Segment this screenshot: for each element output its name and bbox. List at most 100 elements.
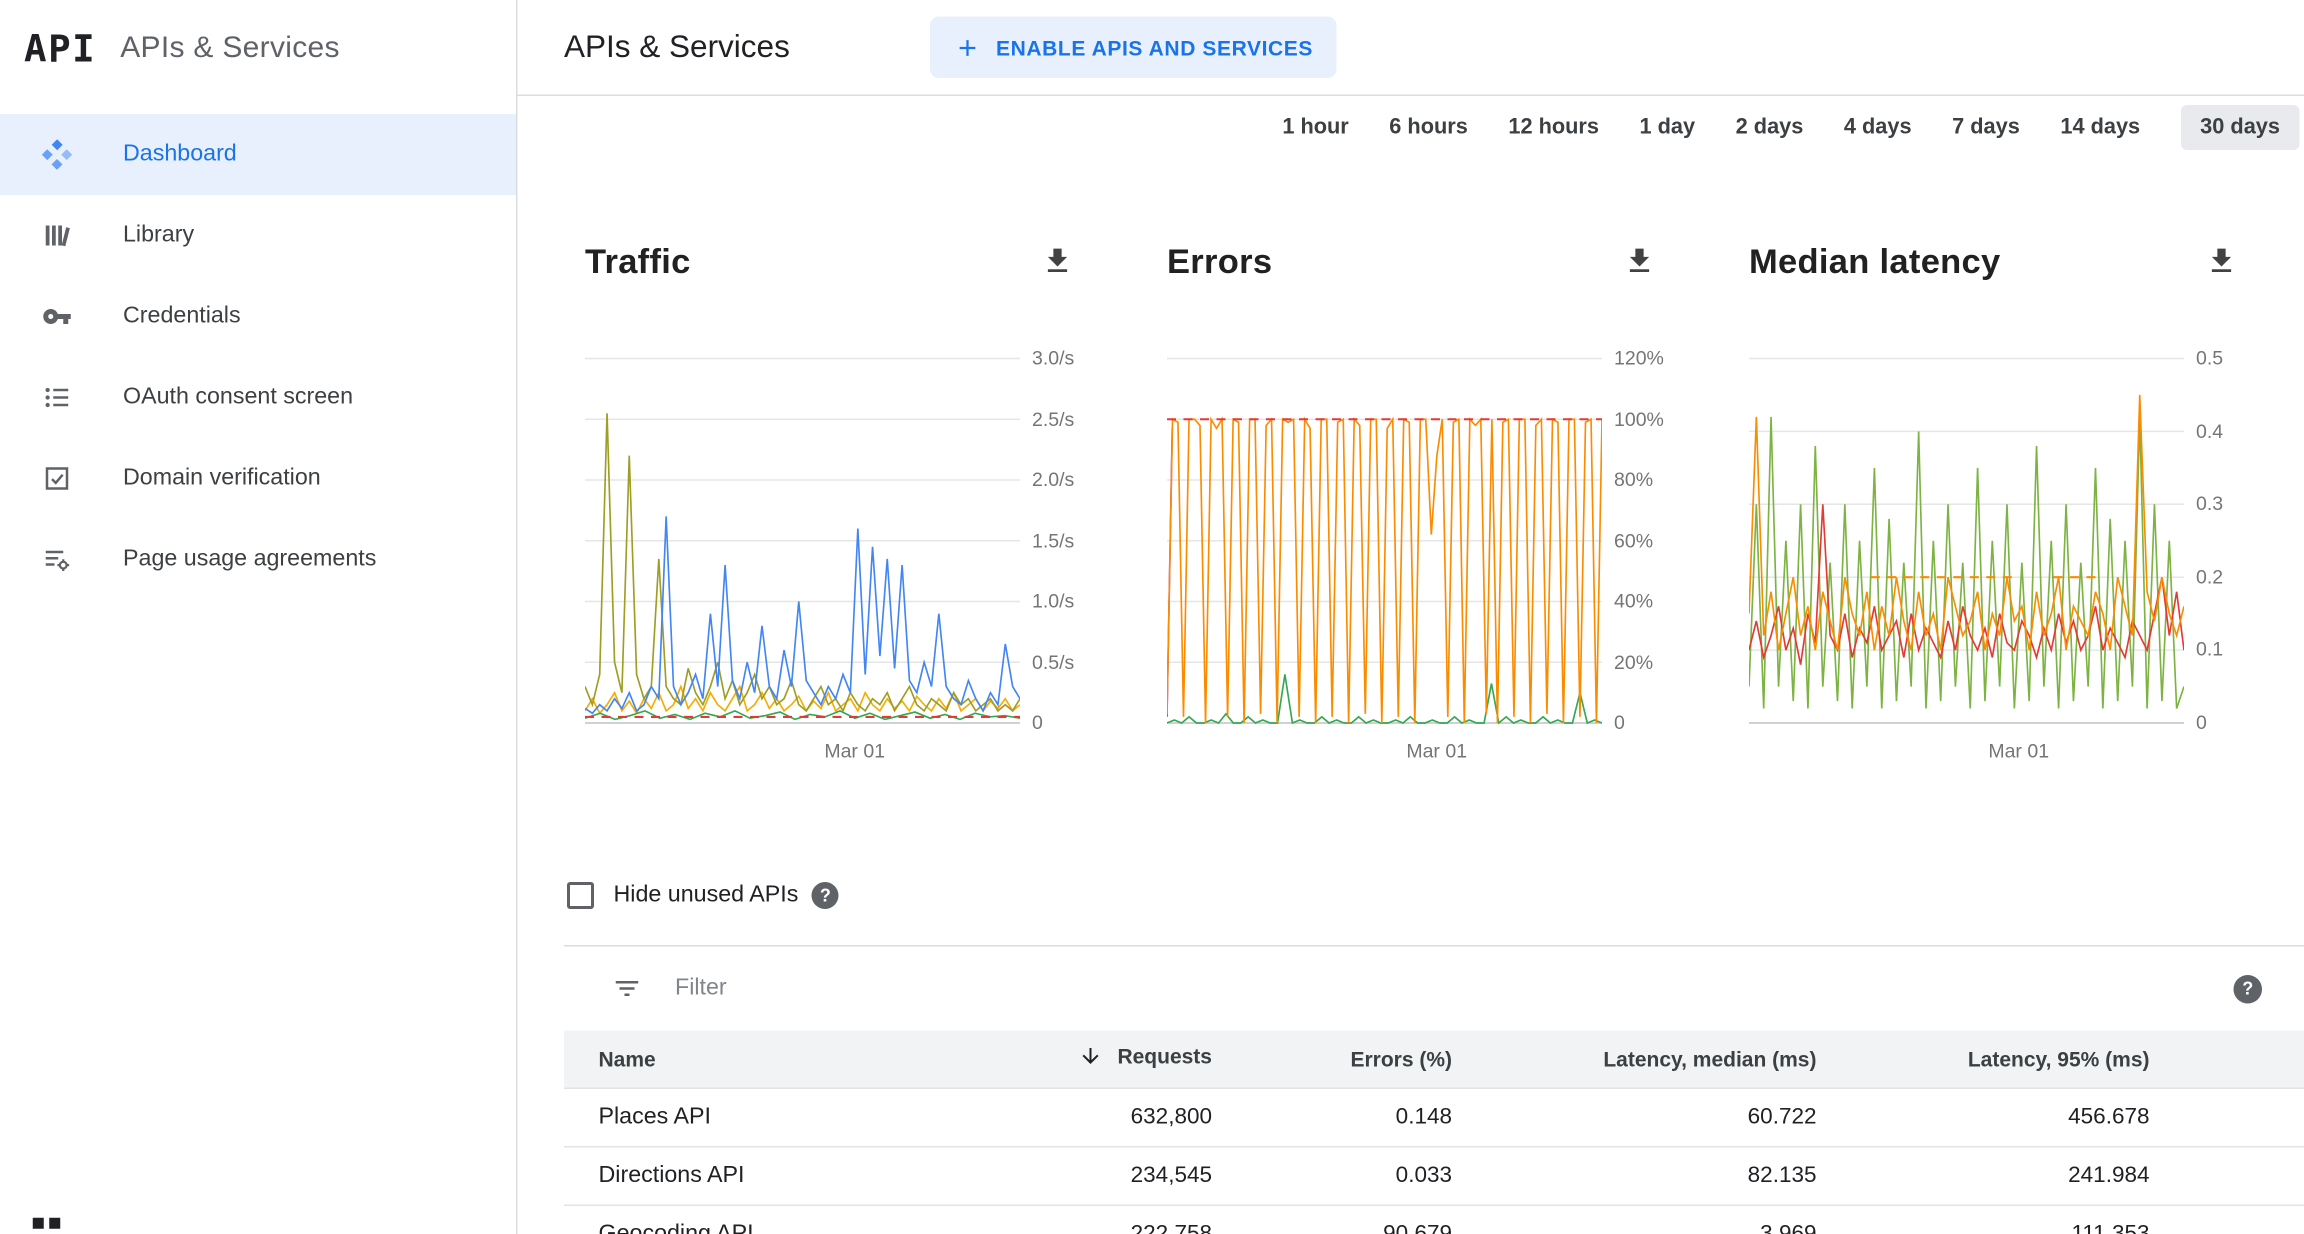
download-icon[interactable]	[2205, 245, 2238, 278]
series-green	[1166, 674, 1603, 725]
table-help-icon[interactable]: ?	[2233, 974, 2262, 1003]
sidebar-item-domain-verification[interactable]: Domain verification	[0, 438, 516, 519]
y-axis-label: 0.4	[2196, 419, 2224, 442]
column-header-latency-95[interactable]: Latency, 95% (ms)	[1817, 1031, 2150, 1088]
filter-row: ?	[564, 947, 2304, 1031]
y-axis-label: 0.5	[2196, 346, 2224, 370]
sidebar-item-library[interactable]: Library	[0, 195, 516, 276]
y-axis-label: 120%	[1614, 346, 1664, 370]
sidebar-title: APIs & Services	[120, 30, 340, 64]
time-range-bar: 1 hour 6 hours 12 hours 1 day 2 days 4 d…	[518, 102, 2304, 153]
sidebar-item-label: Dashboard	[123, 141, 237, 167]
latency-95-value: 111.353	[1816, 1203, 2150, 1234]
time-range-6-hours[interactable]: 6 hours	[1389, 116, 1468, 140]
help-icon[interactable]: ?	[811, 882, 839, 909]
errors-value: 0.148	[1212, 1086, 1452, 1146]
column-header-errors[interactable]: Errors (%)	[1212, 1031, 1452, 1088]
requests-value: 234,545	[1014, 1145, 1212, 1205]
sidebar-item-page-usage-agreements[interactable]: Page usage agreements	[0, 519, 516, 600]
api-name-link[interactable]: Geocoding API	[564, 1203, 1014, 1234]
table-header-row: Name Requests Errors (%) Latency, median…	[564, 1030, 2304, 1088]
time-range-2-days[interactable]: 2 days	[1736, 116, 1804, 140]
sidebar-item-dashboard[interactable]: Dashboard	[0, 114, 516, 195]
errors-chart: Errors 120% 100% 80% 60% 40% 20% 0 Mar 01	[1166, 234, 1664, 777]
enable-apis-button[interactable]: ENABLE APIS AND SERVICES	[930, 16, 1338, 78]
median-latency-chart: Median latency 0.5 0.4 0.3 0.2 0.1 0 Mar 01	[1748, 234, 2244, 777]
latency-95-value: 241.984	[1816, 1145, 2150, 1205]
library-icon	[42, 221, 72, 251]
median-latency-y-axis: 0.5 0.4 0.3 0.2 0.1 0	[2196, 347, 2256, 734]
series-orange	[1748, 394, 2185, 651]
time-range-30-days-selected[interactable]: 30 days	[2180, 105, 2300, 150]
traffic-plot	[584, 357, 1021, 726]
y-axis-label: 20%	[1614, 650, 1654, 673]
sidebar-nav: Dashboard Library Credentials OAuth cons…	[0, 114, 516, 600]
y-axis-label: 0.5/s	[1032, 650, 1075, 673]
api-logo: API	[24, 26, 97, 70]
api-name-link[interactable]: Directions API	[564, 1145, 1014, 1205]
y-axis-label: 1.5/s	[1032, 528, 1075, 552]
sidebar-item-credentials[interactable]: Credentials	[0, 276, 516, 357]
series-blue	[584, 516, 1021, 715]
errors-value: 90.679	[1212, 1203, 1452, 1234]
column-header-name[interactable]: Name	[564, 1031, 1014, 1088]
hide-unused-row: Hide unused APIs ?	[518, 882, 2304, 909]
y-axis-label: 0.2	[2196, 565, 2224, 588]
latency-median-value: 60.722	[1452, 1086, 1817, 1146]
median-latency-chart-title: Median latency	[1749, 240, 2001, 280]
sidebar: API APIs & Services Dashboard Library Cr…	[0, 0, 518, 1234]
y-axis-label: 0	[1614, 711, 1625, 734]
median-latency-plot	[1748, 357, 2185, 726]
sidebar-item-label: Library	[123, 222, 195, 248]
series-green	[584, 709, 1021, 721]
series-orange	[1166, 416, 1603, 724]
y-axis-label: 3.0/s	[1032, 346, 1075, 370]
sort-descending-icon	[1078, 1044, 1102, 1073]
time-range-1-hour[interactable]: 1 hour	[1282, 116, 1348, 140]
page-usage-agreements-icon	[42, 545, 72, 575]
page-title: APIs & Services	[564, 29, 790, 64]
filler-cell	[2149, 1203, 2304, 1234]
y-axis-label: 0.3	[2196, 492, 2224, 515]
main-header: APIs & Services ENABLE APIS AND SERVICES	[517, 0, 2304, 96]
errors-value: 0.033	[1212, 1145, 1452, 1205]
column-header-requests[interactable]: Requests	[1014, 1031, 1212, 1088]
api-name-link[interactable]: Places API	[564, 1086, 1014, 1146]
traffic-y-axis: 3.0/s 2.5/s 2.0/s 1.5/s 1.0/s 0.5/s 0	[1032, 347, 1092, 734]
filler-cell	[2149, 1086, 2304, 1146]
filler-cell	[2149, 1145, 2304, 1205]
plus-icon	[954, 34, 981, 61]
table-row: Places API 632,800 0.148 60.722 456.678	[564, 1086, 2304, 1146]
requests-value: 222,758	[1014, 1203, 1212, 1234]
download-icon[interactable]	[1623, 245, 1656, 278]
y-axis-label: 40%	[1614, 589, 1654, 613]
filter-input[interactable]	[675, 975, 2234, 1002]
time-range-7-days[interactable]: 7 days	[1952, 116, 2020, 140]
y-axis-label: 60%	[1614, 528, 1654, 552]
sidebar-footer-icon[interactable]	[30, 1215, 63, 1234]
column-header-filler	[2150, 1031, 2304, 1088]
sidebar-item-label: OAuth consent screen	[123, 384, 354, 410]
y-axis-label: 2.5/s	[1032, 407, 1075, 430]
latency-median-value: 3.969	[1452, 1203, 1817, 1234]
time-range-14-days[interactable]: 14 days	[2060, 116, 2140, 140]
download-icon[interactable]	[1041, 245, 1074, 278]
main-content: APIs & Services ENABLE APIS AND SERVICES…	[517, 0, 2304, 1234]
sidebar-item-label: Credentials	[123, 303, 241, 329]
traffic-chart-title: Traffic	[585, 240, 691, 280]
time-range-1-day[interactable]: 1 day	[1640, 116, 1696, 140]
hide-unused-checkbox[interactable]	[567, 882, 594, 909]
sidebar-item-label: Page usage agreements	[123, 546, 377, 572]
sidebar-item-label: Domain verification	[123, 465, 321, 491]
sidebar-header: API APIs & Services	[0, 0, 516, 96]
median-latency-x-tick: Mar 01	[1988, 739, 2050, 763]
table-row: Directions API 234,545 0.033 82.135 241.…	[564, 1145, 2304, 1205]
errors-plot	[1166, 357, 1603, 726]
errors-y-axis: 120% 100% 80% 60% 40% 20% 0	[1614, 347, 1674, 734]
apis-table: Name Requests Errors (%) Latency, median…	[564, 1030, 2304, 1234]
time-range-4-days[interactable]: 4 days	[1844, 116, 1912, 140]
time-range-12-hours[interactable]: 12 hours	[1508, 116, 1599, 140]
sidebar-item-oauth-consent-screen[interactable]: OAuth consent screen	[0, 357, 516, 438]
errors-x-tick: Mar 01	[1406, 739, 1468, 763]
column-header-latency-median[interactable]: Latency, median (ms)	[1452, 1031, 1816, 1088]
